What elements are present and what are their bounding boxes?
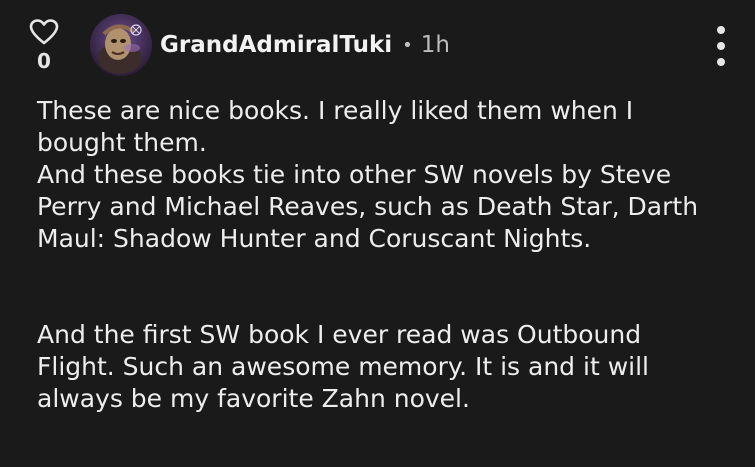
comment-paragraph: And these books tie into other SW novels… [37, 160, 699, 253]
comment-paragraph: These are nice books. I really liked the… [37, 96, 634, 157]
timestamp[interactable]: 1h [421, 32, 450, 58]
more-options-button[interactable] [713, 26, 729, 66]
comment-body: These are nice books. I really liked the… [37, 95, 717, 415]
username-link[interactable]: GrandAdmiralTuki [160, 32, 392, 58]
comment-paragraph: And the first SW book I ever read was Ou… [37, 320, 649, 413]
avatar-image [90, 14, 152, 76]
like-column: 0 [26, 18, 62, 72]
separator-dot: • [402, 34, 413, 56]
kebab-dot-icon [717, 26, 725, 34]
avatar[interactable] [90, 14, 152, 76]
kebab-dot-icon [717, 42, 725, 50]
heart-icon[interactable] [29, 18, 59, 46]
comment-header: GrandAdmiralTuki • 1h [160, 28, 450, 62]
kebab-dot-icon [717, 58, 725, 66]
comment-card: 0 GrandAdmiralTuki • 1h These are nice b… [0, 0, 755, 467]
like-count: 0 [37, 49, 51, 73]
